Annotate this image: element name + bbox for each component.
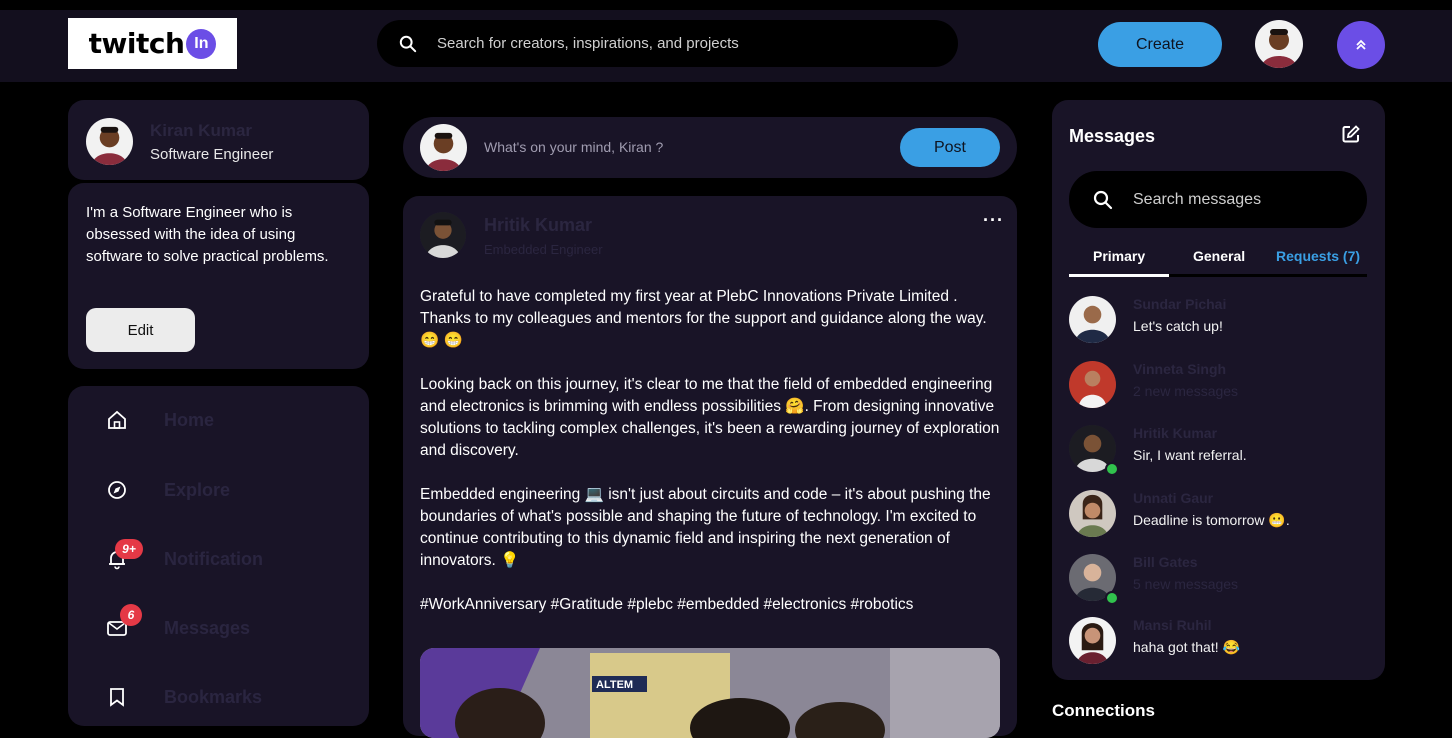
sidebar-item-notification[interactable]: 9+ Notification bbox=[106, 539, 346, 574]
contact-avatar bbox=[1069, 296, 1116, 343]
contact-name: Hritik Kumar bbox=[1133, 425, 1218, 441]
profile-role: Software Engineer bbox=[150, 146, 274, 163]
sidebar-item-messages[interactable]: 6 Messages bbox=[106, 604, 346, 643]
contact-avatar bbox=[1069, 361, 1116, 408]
post-author-role: Embedded Engineer bbox=[484, 242, 603, 257]
messages-badge: 6 bbox=[120, 604, 142, 626]
image-sign-text: ALTEM bbox=[596, 679, 633, 691]
search-icon bbox=[1093, 190, 1113, 209]
message-preview: Sir, I want referral. bbox=[1133, 447, 1247, 463]
sidebar-item-bookmarks[interactable]: Bookmarks bbox=[106, 682, 346, 712]
message-search-input[interactable]: Search messages bbox=[1133, 191, 1261, 209]
contact-name: Mansi Ruhil bbox=[1133, 617, 1212, 633]
message-preview: 5 new messages bbox=[1133, 576, 1239, 592]
tab-requests[interactable]: Requests (7) bbox=[1276, 248, 1360, 264]
post-button[interactable]: Post bbox=[900, 128, 1000, 167]
logo-badge: In bbox=[186, 28, 217, 59]
message-preview: haha got that! 😂 bbox=[1133, 639, 1240, 655]
profile-name[interactable]: Kiran Kumar bbox=[150, 121, 252, 141]
logo[interactable]: twitch In bbox=[68, 18, 237, 69]
compose-message-icon[interactable] bbox=[1341, 124, 1361, 144]
online-indicator bbox=[1105, 591, 1119, 605]
sidebar-item-label: Home bbox=[164, 409, 215, 430]
post-body: Grateful to have completed my first year… bbox=[420, 286, 1010, 638]
message-preview: Deadline is tomorrow 😬. bbox=[1133, 512, 1290, 528]
post-hashtags: #WorkAnniversary #Gratitude #plebc #embe… bbox=[420, 596, 914, 613]
contact-name: Vinneta Singh bbox=[1133, 361, 1227, 377]
home-icon bbox=[108, 410, 126, 429]
message-item[interactable]: Hritik Kumar Sir, I want referral. bbox=[1069, 425, 1369, 477]
profile-avatar[interactable] bbox=[86, 118, 133, 165]
contact-name: Sundar Pichai bbox=[1133, 296, 1227, 312]
tab-active-indicator bbox=[1069, 274, 1169, 277]
contact-name: Bill Gates bbox=[1133, 554, 1198, 570]
contact-avatar bbox=[1069, 490, 1116, 537]
sidebar-item-explore[interactable]: Explore bbox=[106, 475, 346, 505]
post-author-avatar[interactable] bbox=[420, 212, 466, 258]
online-indicator bbox=[1105, 462, 1119, 476]
messages-title: Messages bbox=[1069, 126, 1156, 146]
composer-avatar bbox=[420, 124, 467, 171]
post-author-name[interactable]: Hritik Kumar bbox=[484, 215, 592, 236]
message-item[interactable]: Vinneta Singh 2 new messages bbox=[1069, 361, 1369, 413]
search-icon bbox=[399, 35, 417, 52]
composer-input[interactable]: What's on your mind, Kiran ? bbox=[484, 139, 663, 155]
search-input[interactable]: Search for creators, inspirations, and p… bbox=[437, 35, 739, 52]
logo-text: twitch bbox=[88, 27, 185, 60]
sidebar-item-label: Explore bbox=[164, 479, 231, 500]
sidebar-item-label: Bookmarks bbox=[164, 686, 263, 707]
post-image[interactable]: ALTEM bbox=[420, 648, 1000, 738]
notification-badge: 9+ bbox=[115, 539, 143, 559]
profile-bio: I'm a Software Engineer who is obsessed … bbox=[86, 204, 329, 265]
user-avatar[interactable] bbox=[1255, 20, 1303, 68]
tab-primary[interactable]: Primary bbox=[1093, 248, 1145, 264]
message-preview: Let's catch up! bbox=[1133, 318, 1223, 334]
message-item[interactable]: Unnati Gaur Deadline is tomorrow 😬. bbox=[1069, 490, 1369, 542]
contact-name: Unnati Gaur bbox=[1133, 490, 1214, 506]
create-button[interactable]: Create bbox=[1098, 22, 1222, 67]
post-paragraph: Embedded engineering 💻 isn't just about … bbox=[420, 486, 991, 569]
more-options-icon[interactable]: ··· bbox=[983, 210, 1004, 231]
bookmark-icon bbox=[110, 688, 124, 707]
post-paragraph: Looking back on this journey, it's clear… bbox=[420, 376, 1000, 459]
tab-general[interactable]: General bbox=[1193, 248, 1245, 264]
edit-profile-button[interactable]: Edit bbox=[86, 308, 195, 352]
search-bar[interactable]: Search for creators, inspirations, and p… bbox=[377, 20, 958, 67]
sidebar-item-label: Notification bbox=[164, 548, 263, 569]
message-item[interactable]: Mansi Ruhil haha got that! 😂 bbox=[1069, 617, 1369, 669]
message-preview: 2 new messages bbox=[1133, 383, 1239, 399]
connections-title: Connections bbox=[1052, 701, 1155, 720]
post-paragraph: Grateful to have completed my first year… bbox=[420, 288, 987, 349]
message-item[interactable]: Sundar Pichai Let's catch up! bbox=[1069, 296, 1369, 348]
message-item[interactable]: Bill Gates 5 new messages bbox=[1069, 554, 1369, 606]
sidebar-item-home[interactable]: Home bbox=[106, 405, 346, 435]
contact-avatar bbox=[1069, 617, 1116, 664]
message-search-bar[interactable]: Search messages bbox=[1069, 171, 1367, 228]
sidebar-item-label: Messages bbox=[164, 617, 251, 638]
compass-icon bbox=[108, 481, 126, 499]
double-chevron-up-icon[interactable] bbox=[1337, 21, 1385, 69]
